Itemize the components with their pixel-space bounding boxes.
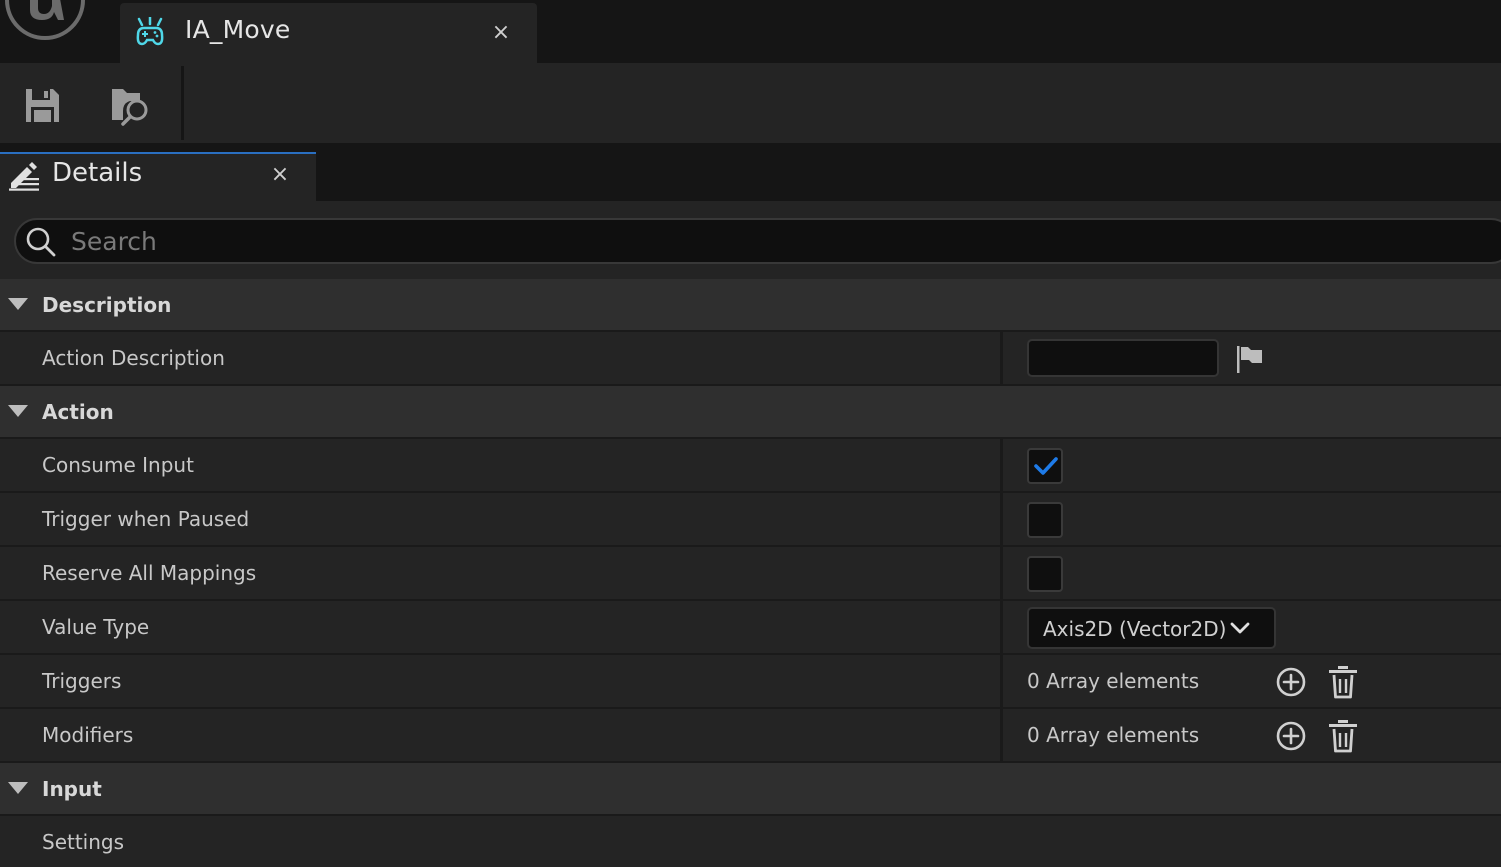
details-pencil-icon: [9, 162, 39, 191]
trash-icon[interactable]: [1326, 718, 1360, 754]
column-splitter[interactable]: [1000, 332, 1003, 384]
property-triggers: Triggers 0 Array elements: [0, 655, 1501, 709]
column-splitter[interactable]: [1000, 601, 1003, 653]
browse-content-icon: [112, 89, 148, 126]
action-description-field[interactable]: [1027, 339, 1219, 377]
property-label: Consume Input: [42, 453, 194, 477]
property-label: Modifiers: [42, 723, 134, 747]
reserve-all-mappings-checkbox[interactable]: [1027, 556, 1063, 592]
category-action[interactable]: Action: [0, 386, 1501, 439]
column-splitter[interactable]: [1000, 547, 1003, 599]
property-label: Action Description: [42, 346, 225, 370]
close-details-button[interactable]: ×: [265, 160, 295, 190]
details-tab[interactable]: Details ×: [0, 152, 316, 201]
property-modifiers: Modifiers 0 Array elements: [0, 709, 1501, 763]
value-type-selected: Axis2D (Vector2D): [1043, 617, 1227, 641]
column-splitter[interactable]: [1000, 709, 1003, 761]
browse-to-asset-button[interactable]: [100, 77, 158, 133]
category-label: Input: [42, 777, 102, 801]
expand-arrow-icon[interactable]: [8, 782, 28, 794]
title-bar: IA_Move ×: [0, 0, 1501, 63]
details-property-list: Description Action Description Action Co…: [0, 279, 1501, 867]
toolbar-separator: [181, 66, 184, 140]
category-label: Description: [42, 293, 172, 317]
property-action-description: Action Description: [0, 332, 1501, 386]
localization-flag-icon[interactable]: [1234, 344, 1266, 374]
column-splitter[interactable]: [1000, 655, 1003, 707]
property-label: Triggers: [42, 669, 122, 693]
add-circle-icon[interactable]: [1274, 719, 1308, 753]
add-circle-icon[interactable]: [1274, 665, 1308, 699]
triggers-array-count: 0 Array elements: [1027, 669, 1200, 693]
column-splitter[interactable]: [1000, 493, 1003, 545]
search-input[interactable]: [71, 225, 1471, 257]
save-icon: [26, 89, 59, 122]
trigger-when-paused-checkbox[interactable]: [1027, 502, 1063, 538]
value-type-dropdown[interactable]: Axis2D (Vector2D): [1027, 607, 1276, 649]
details-tab-label: Details: [52, 158, 143, 188]
property-label: Settings: [42, 830, 125, 854]
property-consume-input: Consume Input: [0, 439, 1501, 493]
property-value-type: Value Type Axis2D (Vector2D): [0, 601, 1501, 655]
asset-tab-title: IA_Move: [185, 15, 291, 44]
property-label: Trigger when Paused: [42, 507, 250, 531]
modifiers-array-count: 0 Array elements: [1027, 723, 1200, 747]
close-tab-button[interactable]: ×: [486, 18, 516, 48]
category-label: Action: [42, 400, 114, 424]
property-label: Reserve All Mappings: [42, 561, 257, 585]
consume-input-checkbox[interactable]: [1027, 448, 1063, 484]
asset-toolbar: [0, 63, 1501, 143]
column-splitter[interactable]: [1000, 439, 1003, 491]
category-input[interactable]: Input: [0, 763, 1501, 816]
asset-tab[interactable]: IA_Move ×: [120, 3, 537, 63]
property-label: Value Type: [42, 615, 150, 639]
search-icon: [26, 227, 56, 257]
input-action-icon: [136, 17, 164, 46]
search-box[interactable]: [14, 218, 1501, 264]
chevron-down-icon: [1230, 622, 1250, 634]
checkmark-icon: [1034, 457, 1058, 475]
save-button[interactable]: [13, 77, 71, 133]
property-settings[interactable]: Settings: [0, 816, 1501, 867]
category-description[interactable]: Description: [0, 279, 1501, 332]
unreal-logo-icon[interactable]: [2, 0, 88, 42]
expand-arrow-icon[interactable]: [8, 298, 28, 310]
search-bar-area: [0, 201, 1501, 279]
property-reserve-all-mappings: Reserve All Mappings: [0, 547, 1501, 601]
panel-tab-strip: Details ×: [0, 143, 1501, 201]
trash-icon[interactable]: [1326, 664, 1360, 700]
expand-arrow-icon[interactable]: [8, 405, 28, 417]
property-trigger-when-paused: Trigger when Paused: [0, 493, 1501, 547]
